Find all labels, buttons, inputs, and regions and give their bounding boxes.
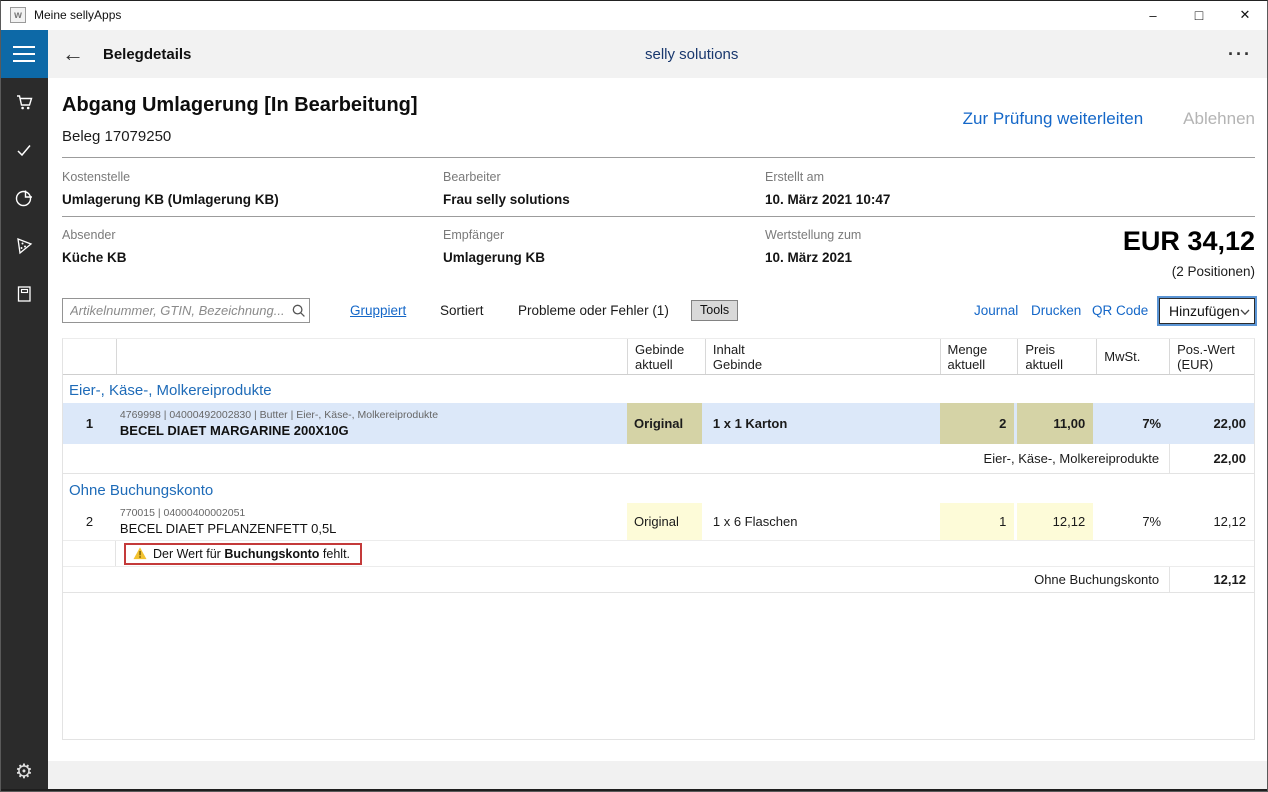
group-subtotal-row: Ohne Buchungskonto 12,12: [63, 567, 1254, 593]
drucken-link[interactable]: Drucken: [1031, 298, 1081, 323]
group-header: Ohne Buchungskonto: [69, 482, 214, 499]
header-inhalt: Inhalt Gebinde: [704, 339, 940, 374]
field-bearbeiter: Bearbeiter Frau selly solutions: [443, 170, 570, 207]
search-box[interactable]: [62, 298, 310, 323]
cell-wert: 12,12: [1213, 514, 1246, 529]
toolbar: Gruppiert Sortiert Probleme oder Fehler …: [62, 298, 1255, 325]
header-menge: Menge aktuell: [939, 339, 1018, 374]
group-subtotal-row: Eier-, Käse-, Molkereiprodukte 22,00: [63, 444, 1254, 474]
filter-gruppiert[interactable]: Gruppiert: [350, 298, 406, 323]
row-number: 2: [85, 514, 94, 529]
field-erstellt-am: Erstellt am 10. März 2021 10:47: [765, 170, 891, 207]
window-controls: – □ ✕: [1130, 0, 1268, 30]
pizza-slice-icon[interactable]: [14, 236, 34, 256]
journal-link[interactable]: Journal: [974, 298, 1018, 323]
app-bar: ← Belegdetails selly solutions ···: [0, 30, 1268, 78]
maximize-button[interactable]: □: [1176, 0, 1222, 30]
cell-menge: 2: [939, 403, 1015, 444]
chevron-down-icon: [1240, 303, 1250, 319]
warning-triangle-icon: [133, 547, 147, 560]
field-empfaenger: Empfänger Umlagerung KB: [443, 228, 546, 265]
forward-for-review-link[interactable]: Zur Prüfung weiterleiten: [963, 109, 1143, 129]
article-description: 770015 | 04000400002051 BECEL DIAET PFLA…: [119, 506, 337, 536]
qr-code-link[interactable]: QR Code: [1092, 298, 1148, 323]
field-kostenstelle: Kostenstelle Umlagerung KB (Umlagerung K…: [62, 170, 279, 207]
search-input[interactable]: [63, 303, 287, 318]
footer-bar: [48, 761, 1268, 789]
document-total: EUR 34,12: [1122, 226, 1255, 256]
filter-sortiert[interactable]: Sortiert: [440, 298, 484, 323]
row-number: 1: [85, 416, 94, 431]
field-wertstellung: Wertstellung zum 10. März 2021: [765, 228, 862, 265]
more-options-button[interactable]: ···: [1228, 30, 1252, 78]
search-icon[interactable]: [287, 303, 309, 318]
tools-button[interactable]: Tools: [691, 300, 739, 321]
filter-probleme[interactable]: Probleme oder Fehler (1): [518, 298, 669, 323]
minimize-button[interactable]: –: [1130, 0, 1176, 30]
hinzufuegen-dropdown[interactable]: Hinzufügen: [1159, 298, 1255, 324]
validation-warning: Der Wert für Buchungskonto fehlt.: [124, 542, 363, 565]
sidebar: ⚙: [0, 78, 48, 792]
document-title: Abgang Umlagerung [In Bearbeitung]: [62, 94, 418, 116]
back-button[interactable]: ←: [62, 30, 84, 78]
cell-preis: 11,00: [1017, 403, 1094, 444]
window-title: Meine sellyApps: [34, 8, 122, 22]
warning-row: Der Wert für Buchungskonto fehlt.: [63, 541, 1254, 567]
article-description: 4769998 | 04000492002830 | Butter | Eier…: [119, 408, 439, 438]
header-preis: Preis aktuell: [1017, 339, 1096, 374]
title-bar: w Meine sellyApps – □ ✕: [0, 0, 1268, 30]
cell-wert: 22,00: [1213, 416, 1246, 431]
close-button[interactable]: ✕: [1222, 0, 1268, 30]
document-number: Beleg 17079250: [62, 128, 172, 145]
cell-menge: 1: [939, 503, 1015, 540]
divider: [62, 216, 1255, 217]
table-row[interactable]: 2 770015 | 04000400002051 BECEL DIAET PF…: [63, 503, 1254, 541]
table-header-row: Gebinde aktuell Inhalt Gebinde Menge aktuel…: [63, 339, 1254, 375]
app-logo-icon: w: [10, 7, 26, 23]
positions-count: (2 Positionen): [1171, 264, 1255, 279]
main-content: Abgang Umlagerung [In Bearbeitung] Beleg…: [48, 78, 1268, 792]
table-row[interactable]: 1 4769998 | 04000492002830 | Butter | Ei…: [63, 403, 1254, 444]
check-icon[interactable]: [14, 140, 34, 160]
header-pos-wert: Pos.-Wert (EUR): [1169, 339, 1254, 374]
cell-mwst: 7%: [1142, 416, 1162, 431]
positions-table: Gebinde aktuell Inhalt Gebinde Menge aktuel…: [62, 338, 1255, 740]
hamburger-menu-button[interactable]: [0, 30, 48, 78]
cell-mwst: 7%: [1142, 514, 1162, 529]
header-mwst: MwSt.: [1096, 339, 1169, 374]
settings-gear-icon[interactable]: ⚙: [0, 762, 48, 782]
divider: [62, 157, 1255, 158]
cell-gebinde: Original: [627, 503, 702, 540]
cell-inhalt: 1 x 6 Flaschen: [712, 514, 798, 529]
header-gebinde: Gebinde aktuell: [627, 339, 705, 374]
page-title: Belegdetails: [103, 45, 192, 63]
cell-gebinde: Original: [627, 403, 702, 444]
cell-preis: 12,12: [1017, 503, 1094, 540]
field-absender: Absender Küche KB: [62, 228, 127, 265]
brand-title: selly solutions: [645, 45, 739, 63]
cart-icon[interactable]: [14, 92, 34, 112]
book-icon[interactable]: [14, 284, 34, 304]
cell-inhalt: 1 x 1 Karton: [712, 416, 788, 431]
reject-link: Ablehnen: [1183, 109, 1255, 128]
pie-chart-icon[interactable]: [14, 188, 34, 208]
group-header: Eier-, Käse-, Molkereiprodukte: [69, 382, 272, 399]
